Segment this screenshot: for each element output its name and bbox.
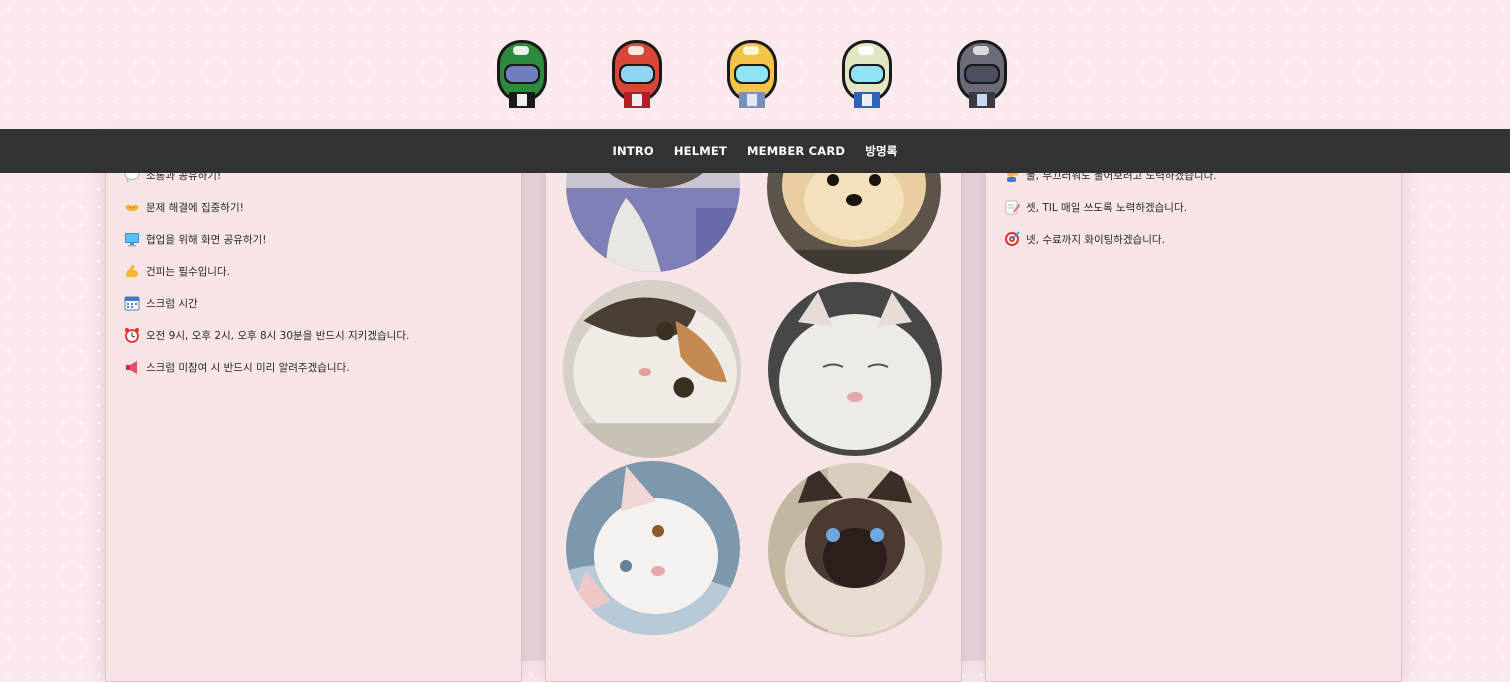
- gray-helmet-icon[interactable]: [947, 34, 1017, 114]
- pet-photo-3: [563, 280, 741, 458]
- list-item-text: 오전 9시, 오후 2시, 오후 8시 30분을 반드시 지키겠습니다.: [146, 329, 410, 342]
- list-item: 협업을 위해 화면 공유하기!: [124, 231, 266, 247]
- nav-member-card-link[interactable]: MEMBER CARD: [747, 144, 845, 158]
- panel-gap: [961, 173, 985, 661]
- list-item: 오전 9시, 오후 2시, 오후 8시 30분을 반드시 지키겠습니다.: [124, 327, 409, 343]
- green-helmet-icon[interactable]: [487, 34, 557, 114]
- red-helmet-icon[interactable]: [602, 34, 672, 114]
- nav-guestbook-link[interactable]: 방명록: [865, 143, 897, 159]
- photo-panel: [545, 140, 962, 682]
- list-item-text: 스크럼 시간: [146, 297, 198, 310]
- list-item-text: 스크럼 미참여 시 반드시 미리 알려주겠습니다.: [146, 361, 350, 374]
- list-item: 문제 해결에 집중하기!: [124, 199, 244, 215]
- target-icon: [1004, 231, 1020, 247]
- list-item-text: 건피는 필수입니다.: [146, 265, 230, 278]
- list-item-text: 협업을 위해 화면 공유하기!: [146, 233, 267, 246]
- handshake-icon: [124, 199, 140, 215]
- list-item: 스크럼 미참여 시 반드시 미리 알려주겠습니다.: [124, 359, 350, 375]
- list-item: 건피는 필수입니다.: [124, 263, 230, 279]
- cream-helmet-icon[interactable]: [832, 34, 902, 114]
- pet-photo-6: [768, 463, 942, 637]
- list-item-text: 셋, TIL 매일 쓰도록 노력하겠습니다.: [1026, 201, 1187, 214]
- nav-intro-link[interactable]: INTRO: [612, 144, 653, 158]
- header: [0, 0, 1510, 129]
- list-item-text: 넷, 수료까지 화이팅하겠습니다.: [1026, 233, 1165, 246]
- yellow-helmet-icon[interactable]: [717, 34, 787, 114]
- monitor-icon: [124, 231, 140, 247]
- memo-icon: [1004, 199, 1020, 215]
- main-nav: INTRO HELMET MEMBER CARD 방명록: [0, 129, 1510, 173]
- list-item: 셋, TIL 매일 쓰도록 노력하겠습니다.: [1004, 199, 1187, 215]
- list-item: 스크럼 시간: [124, 295, 198, 311]
- nav-helmet-link[interactable]: HELMET: [674, 144, 727, 158]
- megaphone-icon: [124, 359, 140, 375]
- list-item-text: 문제 해결에 집중하기!: [146, 201, 244, 214]
- list-item: 넷, 수료까지 화이팅하겠습니다.: [1004, 231, 1165, 247]
- flexed-bicep-icon: [124, 263, 140, 279]
- alarm-clock-icon: [124, 327, 140, 343]
- resolutions-panel: 둘, 부끄러워도 물어보려고 노력하겠습니다. 셋, TIL 매일 쓰도록 노력…: [985, 140, 1402, 682]
- pet-photo-5: [566, 461, 740, 635]
- panel-gap: [521, 173, 545, 661]
- pet-photo-4: [768, 282, 942, 456]
- calendar-icon: [124, 295, 140, 311]
- rules-panel: 소통과 공유하기! 문제 해결에 집중하기! 협업을 위해 화면 공유하기! 건…: [105, 140, 522, 682]
